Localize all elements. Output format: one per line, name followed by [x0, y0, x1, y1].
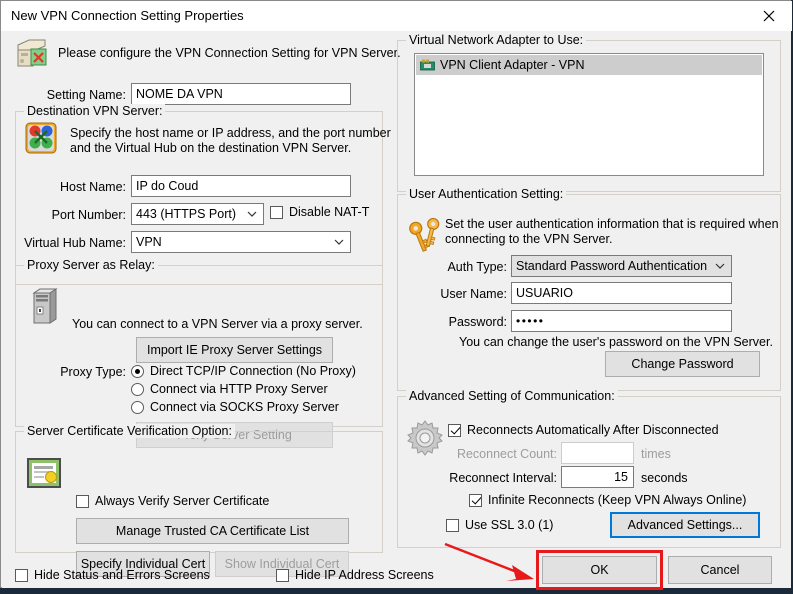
- password-input[interactable]: •••••: [511, 310, 732, 332]
- disable-natt-checkbox-box: [270, 205, 283, 219]
- vpn-server-icon: [15, 37, 49, 74]
- reconnect-count-label: Reconnect Count:: [456, 447, 557, 461]
- user-auth-description: Set the user authentication information …: [445, 217, 779, 247]
- port-number-value: 443 (HTTPS Port): [136, 207, 237, 221]
- user-auth-group-label: User Authentication Setting:: [406, 187, 567, 201]
- hide-ip-address-label: Hide IP Address Screens: [295, 568, 434, 582]
- proxy-option-socks-label: Connect via SOCKS Proxy Server: [150, 400, 339, 414]
- vpn-connection-settings-dialog: New VPN Connection Setting Properties Pl…: [0, 0, 792, 590]
- window-title: New VPN Connection Setting Properties: [11, 8, 244, 23]
- use-ssl3-checkbox[interactable]: Use SSL 3.0 (1): [446, 518, 553, 532]
- infinite-reconnects-box: [469, 493, 482, 507]
- virtual-hub-label: Virtual Hub Name:: [24, 236, 126, 250]
- change-password-button[interactable]: Change Password: [605, 351, 760, 377]
- infinite-reconnects-checkbox[interactable]: Infinite Reconnects (Keep VPN Always Onl…: [469, 493, 746, 507]
- proxy-description: You can connect to a VPN Server via a pr…: [72, 317, 363, 331]
- computer-tower-icon: [30, 287, 62, 330]
- header-description: Please configure the VPN Connection Sett…: [58, 46, 401, 60]
- virtual-adapter-group-label: Virtual Network Adapter to Use:: [406, 33, 587, 47]
- hide-status-errors-box: [15, 568, 28, 582]
- use-ssl3-label: Use SSL 3.0 (1): [465, 518, 554, 532]
- list-item[interactable]: VPN Client Adapter - VPN: [416, 55, 762, 75]
- reconnect-auto-checkbox[interactable]: Reconnects Automatically After Disconnec…: [448, 423, 719, 437]
- host-name-label: Host Name:: [60, 180, 126, 194]
- cancel-button[interactable]: Cancel: [668, 556, 772, 584]
- disable-natt-label: Disable NAT-T: [289, 205, 370, 219]
- auth-type-select[interactable]: Standard Password Authentication: [511, 255, 732, 277]
- dialog-body: Please configure the VPN Connection Sett…: [2, 31, 791, 590]
- reconnect-count-input: [561, 442, 634, 464]
- proxy-option-http-label: Connect via HTTP Proxy Server: [150, 382, 328, 396]
- proxy-option-socks[interactable]: Connect via SOCKS Proxy Server: [131, 400, 339, 414]
- import-ie-proxy-settings-button[interactable]: Import IE Proxy Server Settings: [136, 337, 333, 363]
- proxy-option-direct-label: Direct TCP/IP Connection (No Proxy): [150, 364, 356, 378]
- always-verify-certificate-label: Always Verify Server Certificate: [95, 494, 270, 508]
- chevron-down-icon: [715, 256, 725, 276]
- chevron-down-icon: [334, 232, 344, 252]
- reconnect-interval-label: Reconnect Interval:: [449, 471, 557, 485]
- auth-type-value: Standard Password Authentication: [516, 259, 708, 273]
- proxy-option-socks-radio: [131, 400, 144, 414]
- destination-group-label: Destination VPN Server:: [24, 104, 166, 118]
- proxy-option-direct-radio: [131, 364, 144, 378]
- disable-natt-checkbox[interactable]: Disable NAT-T: [270, 205, 369, 219]
- ok-button[interactable]: OK: [542, 556, 657, 584]
- keys-icon: [406, 215, 448, 260]
- destination-description-line1: Specify the host name or IP address, and…: [70, 126, 391, 140]
- proxy-option-http[interactable]: Connect via HTTP Proxy Server: [131, 382, 328, 396]
- destination-description-line2: and the Virtual Hub on the destination V…: [70, 141, 352, 155]
- virtual-hub-value: VPN: [136, 235, 162, 249]
- server-cert-group-label: Server Certificate Verification Option:: [24, 424, 235, 438]
- close-icon[interactable]: [746, 1, 792, 30]
- setting-name-input[interactable]: NOME DA VPN: [131, 83, 351, 105]
- infinite-reconnects-label: Infinite Reconnects (Keep VPN Always Onl…: [488, 493, 747, 507]
- manage-trusted-ca-button[interactable]: Manage Trusted CA Certificate List: [76, 518, 349, 544]
- reconnect-auto-label: Reconnects Automatically After Disconnec…: [467, 423, 719, 437]
- virtual-hub-select[interactable]: VPN: [131, 231, 351, 253]
- hide-status-errors-label: Hide Status and Errors Screens: [34, 568, 210, 582]
- advanced-group-label: Advanced Setting of Communication:: [406, 389, 618, 403]
- auth-type-label: Auth Type:: [447, 260, 507, 274]
- advanced-settings-button[interactable]: Advanced Settings...: [610, 512, 760, 538]
- network-adapter-icon: [420, 59, 435, 72]
- always-verify-certificate-checkbox[interactable]: Always Verify Server Certificate: [76, 494, 269, 508]
- hide-ip-address-checkbox[interactable]: Hide IP Address Screens: [276, 568, 434, 582]
- proxy-option-http-radio: [131, 382, 144, 396]
- hub-connection-icon: [25, 122, 57, 159]
- reconnect-interval-unit: seconds: [641, 471, 688, 485]
- proxy-type-label: Proxy Type:: [60, 365, 126, 379]
- list-item-label: VPN Client Adapter - VPN: [440, 58, 585, 72]
- red-arrow-annotation: [442, 541, 542, 594]
- reconnect-count-unit: times: [641, 447, 671, 461]
- destination-description: Specify the host name or IP address, and…: [70, 126, 391, 156]
- reconnect-interval-input[interactable]: 15: [561, 466, 634, 488]
- user-name-label: User Name:: [440, 287, 507, 301]
- virtual-adapter-listbox[interactable]: VPN Client Adapter - VPN: [414, 53, 764, 176]
- setting-name-label: Setting Name:: [46, 88, 126, 102]
- certificate-icon: [26, 457, 62, 494]
- always-verify-certificate-box: [76, 494, 89, 508]
- hide-status-errors-checkbox[interactable]: Hide Status and Errors Screens: [15, 568, 210, 582]
- title-bar: New VPN Connection Setting Properties: [1, 1, 792, 31]
- port-number-select[interactable]: 443 (HTTPS Port): [131, 203, 264, 225]
- password-label: Password:: [448, 315, 507, 329]
- port-number-label: Port Number:: [51, 208, 126, 222]
- proxy-option-direct[interactable]: Direct TCP/IP Connection (No Proxy): [131, 364, 356, 378]
- host-name-input[interactable]: IP do Coud: [131, 175, 351, 197]
- hide-ip-address-box: [276, 568, 289, 582]
- password-note: You can change the user's password on th…: [459, 335, 773, 349]
- user-name-input[interactable]: USUARIO: [511, 282, 732, 304]
- chevron-down-icon: [247, 204, 257, 224]
- use-ssl3-box: [446, 518, 459, 532]
- reconnect-auto-box: [448, 423, 461, 437]
- user-auth-description-line2: connecting to the VPN Server.: [445, 232, 613, 246]
- proxy-group-label: Proxy Server as Relay:: [24, 258, 158, 272]
- user-auth-description-line1: Set the user authentication information …: [445, 217, 779, 231]
